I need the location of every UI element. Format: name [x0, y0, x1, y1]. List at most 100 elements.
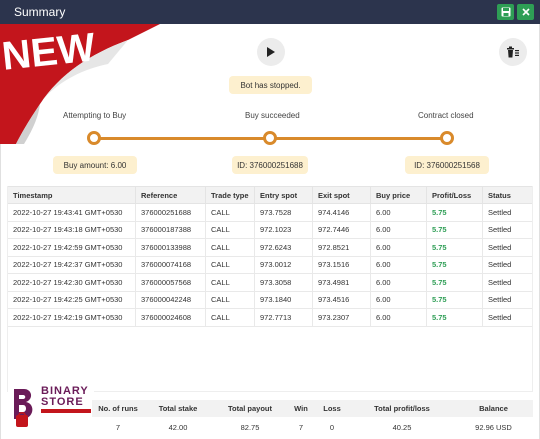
table-row: 2022-10-27 19:43:18 GMT+0530 37600018738…: [7, 220, 533, 239]
summary-loss: 0: [329, 422, 335, 432]
cell-trade-type: CALL: [205, 220, 255, 239]
cell-buy-price: 6.00: [370, 203, 427, 222]
cell-exit-spot: 973.2307: [312, 308, 371, 327]
new-banner: NEW: [0, 24, 160, 144]
logo-tagline-bar: [41, 409, 91, 413]
window-title: Summary: [14, 5, 66, 19]
cell-exit-spot: 972.8521: [312, 238, 371, 257]
cell-buy-price: 6.00: [370, 290, 427, 309]
cell-timestamp: 2022-10-27 19:42:37 GMT+0530: [7, 255, 136, 274]
cell-status: Settled: [482, 238, 533, 257]
step-dot-2: [263, 131, 277, 145]
summary-header-row: No. of runs Total stake Total payout Win…: [92, 400, 533, 417]
cell-reference: 376000074168: [135, 255, 206, 274]
close-button[interactable]: [517, 4, 534, 20]
table-row: 2022-10-27 19:42:30 GMT+0530 37600005756…: [7, 273, 533, 292]
cell-profit-loss: 5.75: [426, 220, 483, 239]
step-dot-3: [440, 131, 454, 145]
cell-trade-type: CALL: [205, 238, 255, 257]
summary-balance: 92.96 USD: [475, 422, 512, 432]
cell-profit-loss: 5.75: [426, 238, 483, 257]
save-button[interactable]: [497, 4, 514, 20]
cell-timestamp: 2022-10-27 19:42:59 GMT+0530: [7, 238, 136, 257]
cell-profit-loss: 5.75: [426, 290, 483, 309]
summary-header-runs: No. of runs: [92, 400, 144, 417]
clear-stats-button[interactable]: [499, 38, 527, 66]
cell-entry-spot: 972.7713: [254, 308, 313, 327]
cell-entry-spot: 973.1840: [254, 290, 313, 309]
cell-exit-spot: 972.7446: [312, 220, 371, 239]
save-icon: [501, 7, 510, 17]
cell-timestamp: 2022-10-27 19:43:41 GMT+0530: [7, 203, 136, 222]
summary-header-win: Win: [288, 400, 314, 417]
cell-timestamp: 2022-10-27 19:43:18 GMT+0530: [7, 220, 136, 239]
col-header-exit-spot: Exit spot: [312, 186, 371, 204]
cell-reference: 376000042248: [135, 290, 206, 309]
cell-reference: 376000057568: [135, 273, 206, 292]
cell-entry-spot: 972.6243: [254, 238, 313, 257]
col-header-status: Status: [482, 186, 533, 204]
table-row: 2022-10-27 19:42:19 GMT+0530 37600002460…: [7, 308, 533, 327]
cell-status: Settled: [482, 308, 533, 327]
col-header-profit-loss: Profit/Loss: [426, 186, 483, 204]
table-row: 2022-10-27 19:43:41 GMT+0530 37600025168…: [7, 203, 533, 222]
cell-trade-type: CALL: [205, 290, 255, 309]
summary-table: No. of runs Total stake Total payout Win…: [92, 400, 533, 437]
cell-trade-type: CALL: [205, 203, 255, 222]
cell-buy-price: 6.00: [370, 238, 427, 257]
cell-exit-spot: 973.4516: [312, 290, 371, 309]
table-row: 2022-10-27 19:42:59 GMT+0530 37600013398…: [7, 238, 533, 257]
cell-profit-loss: 5.75: [426, 255, 483, 274]
cell-entry-spot: 972.1023: [254, 220, 313, 239]
step-label-buy-succeeded: Buy succeeded: [245, 111, 300, 120]
col-header-timestamp: Timestamp: [7, 186, 136, 204]
cell-status: Settled: [482, 273, 533, 292]
cell-trade-type: CALL: [205, 255, 255, 274]
step-label-attempting-buy: Attempting to Buy: [63, 111, 127, 120]
table-row: 2022-10-27 19:42:37 GMT+0530 37600007416…: [7, 255, 533, 274]
cell-exit-spot: 974.4146: [312, 203, 371, 222]
cell-status: Settled: [482, 203, 533, 222]
buy-amount-badge: Buy amount: 6.00: [53, 156, 137, 174]
contract-id-badge: ID: 376000251568: [405, 156, 489, 174]
table-header-row: Timestamp Reference Trade type Entry spo…: [7, 186, 533, 204]
close-icon: [521, 8, 530, 16]
cell-exit-spot: 973.4981: [312, 273, 371, 292]
summary-header-payout: Total payout: [212, 400, 288, 417]
col-header-entry-spot: Entry spot: [254, 186, 313, 204]
cell-buy-price: 6.00: [370, 255, 427, 274]
cell-timestamp: 2022-10-27 19:42:30 GMT+0530: [7, 273, 136, 292]
summary-header-loss: Loss: [314, 400, 350, 417]
transactions-table: Timestamp Reference Trade type Entry spo…: [7, 186, 533, 327]
binary-store-logo-mark: [14, 389, 33, 427]
cell-trade-type: CALL: [205, 273, 255, 292]
cell-reference: 376000133988: [135, 238, 206, 257]
cell-buy-price: 6.00: [370, 308, 427, 327]
run-button[interactable]: [257, 38, 285, 66]
cell-profit-loss: 5.75: [426, 203, 483, 222]
summary-win: 7: [298, 422, 304, 432]
summary-stake: 42.00: [168, 422, 188, 432]
play-icon: [267, 47, 275, 57]
cell-profit-loss: 5.75: [426, 273, 483, 292]
logo-text: BINARY STORE: [41, 386, 89, 408]
col-header-reference: Reference: [135, 186, 206, 204]
binary-store-logo: BINARY STORE: [8, 383, 94, 435]
cell-entry-spot: 973.7528: [254, 203, 313, 222]
cell-buy-price: 6.00: [370, 273, 427, 292]
summary-header-profit: Total profit/loss: [350, 400, 454, 417]
cell-exit-spot: 973.1516: [312, 255, 371, 274]
cell-reference: 376000251688: [135, 203, 206, 222]
title-bar: Summary: [0, 0, 540, 24]
cell-timestamp: 2022-10-27 19:42:25 GMT+0530: [7, 290, 136, 309]
summary-payout: 82.75: [240, 422, 260, 432]
cell-status: Settled: [482, 290, 533, 309]
cell-status: Settled: [482, 220, 533, 239]
summary-header-stake: Total stake: [144, 400, 212, 417]
cell-status: Settled: [482, 255, 533, 274]
trash-icon: [507, 46, 519, 58]
step-dot-1: [87, 131, 101, 145]
cell-reference: 376000024608: [135, 308, 206, 327]
cell-entry-spot: 973.0012: [254, 255, 313, 274]
col-header-trade-type: Trade type: [205, 186, 255, 204]
